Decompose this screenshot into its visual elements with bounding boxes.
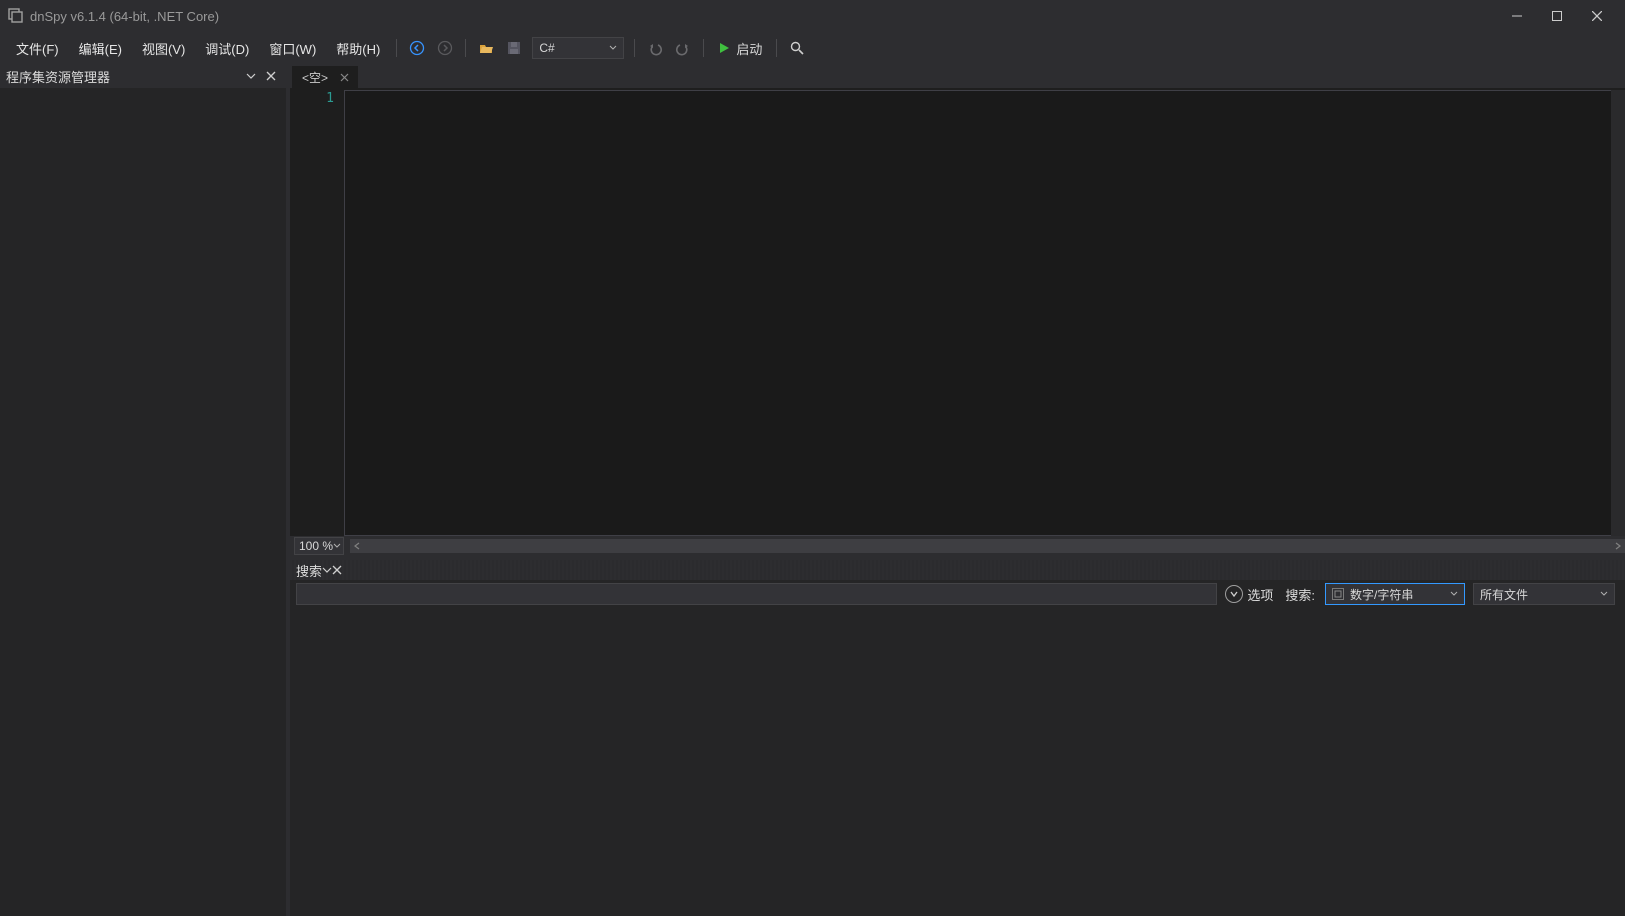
- search-panel-close-button[interactable]: [332, 563, 342, 578]
- toolbar-separator: [396, 39, 397, 57]
- menu-view[interactable]: 视图(V): [132, 33, 195, 64]
- maximize-button[interactable]: [1537, 2, 1577, 30]
- code-editor-content[interactable]: [344, 90, 1617, 536]
- start-label: 启动: [736, 39, 762, 58]
- assembly-explorer-header: 程序集资源管理器: [0, 64, 286, 88]
- search-panel: 搜索 选项 搜索:: [290, 556, 1625, 916]
- app-icon: [8, 8, 24, 24]
- code-editor[interactable]: 1: [290, 88, 1625, 536]
- search-input[interactable]: [296, 583, 1217, 605]
- search-options-toggle[interactable]: 选项: [1225, 585, 1273, 604]
- search-toolbar-button[interactable]: [785, 36, 809, 60]
- chevron-down-icon: [1596, 584, 1612, 604]
- line-number-gutter: 1: [290, 88, 344, 536]
- constant-icon: [1332, 588, 1344, 600]
- horizontal-scrollbar[interactable]: [350, 539, 1625, 553]
- editor-tab-strip: <空>: [290, 64, 1625, 88]
- search-panel-options-button[interactable]: [322, 563, 332, 578]
- nav-forward-button[interactable]: [433, 36, 457, 60]
- toolbar-separator: [465, 39, 466, 57]
- chevron-down-icon: [1446, 584, 1462, 604]
- search-label: 搜索:: [1285, 585, 1315, 604]
- panel-close-button[interactable]: [262, 67, 280, 85]
- tab-close-button[interactable]: [336, 70, 352, 86]
- zoom-select[interactable]: 100 %: [294, 537, 344, 555]
- open-button[interactable]: [474, 36, 498, 60]
- toolbar-separator: [703, 39, 704, 57]
- zoom-value: 100 %: [299, 539, 333, 553]
- search-scope-value: 所有文件: [1480, 586, 1528, 603]
- search-results-list[interactable]: [290, 608, 1625, 916]
- menu-window[interactable]: 窗口(W): [259, 33, 326, 64]
- search-panel-header: 搜索: [290, 560, 1625, 580]
- nav-back-button[interactable]: [405, 36, 429, 60]
- redo-button[interactable]: [671, 36, 695, 60]
- search-scope-select[interactable]: 所有文件: [1473, 583, 1615, 605]
- assembly-explorer-title: 程序集资源管理器: [6, 67, 110, 86]
- assembly-explorer-panel: 程序集资源管理器: [0, 64, 290, 916]
- scroll-left-icon[interactable]: [350, 539, 364, 553]
- assembly-explorer-tree[interactable]: [0, 88, 286, 916]
- search-type-value: 数字/字符串: [1350, 586, 1413, 603]
- toolbar-separator: [776, 39, 777, 57]
- editor-status-bar: 100 %: [290, 536, 1625, 556]
- menu-bar: 文件(F) 编辑(E) 视图(V) 调试(D) 窗口(W) 帮助(H) C# 启…: [0, 32, 1625, 64]
- search-options-label: 选项: [1247, 585, 1273, 604]
- chevron-down-icon: [333, 539, 341, 553]
- search-panel-title: 搜索: [296, 561, 322, 580]
- search-type-select[interactable]: 数字/字符串: [1325, 583, 1465, 605]
- line-number: 1: [290, 91, 334, 106]
- start-button[interactable]: 启动: [710, 36, 770, 61]
- language-select-value: C#: [539, 41, 554, 55]
- chevron-down-icon: [605, 38, 621, 58]
- title-bar: dnSpy v6.1.4 (64-bit, .NET Core): [0, 0, 1625, 32]
- undo-button[interactable]: [643, 36, 667, 60]
- play-icon: [718, 42, 730, 54]
- minimize-button[interactable]: [1497, 2, 1537, 30]
- menu-file[interactable]: 文件(F): [6, 33, 69, 64]
- language-select[interactable]: C#: [532, 37, 624, 59]
- save-button[interactable]: [502, 36, 526, 60]
- search-controls-row: 选项 搜索: 数字/字符串 所有文件: [290, 580, 1625, 608]
- menu-help[interactable]: 帮助(H): [326, 33, 390, 64]
- vertical-scrollbar[interactable]: [1611, 90, 1625, 536]
- toolbar-separator: [634, 39, 635, 57]
- scroll-right-icon[interactable]: [1611, 539, 1625, 553]
- editor-tab-empty[interactable]: <空>: [292, 66, 358, 88]
- menu-edit[interactable]: 编辑(E): [69, 33, 132, 64]
- editor-tab-label: <空>: [302, 69, 328, 86]
- chevron-down-circle-icon: [1225, 585, 1243, 603]
- panel-options-button[interactable]: [242, 67, 260, 85]
- window-title: dnSpy v6.1.4 (64-bit, .NET Core): [30, 9, 219, 24]
- menu-debug[interactable]: 调试(D): [195, 33, 259, 64]
- close-button[interactable]: [1577, 2, 1617, 30]
